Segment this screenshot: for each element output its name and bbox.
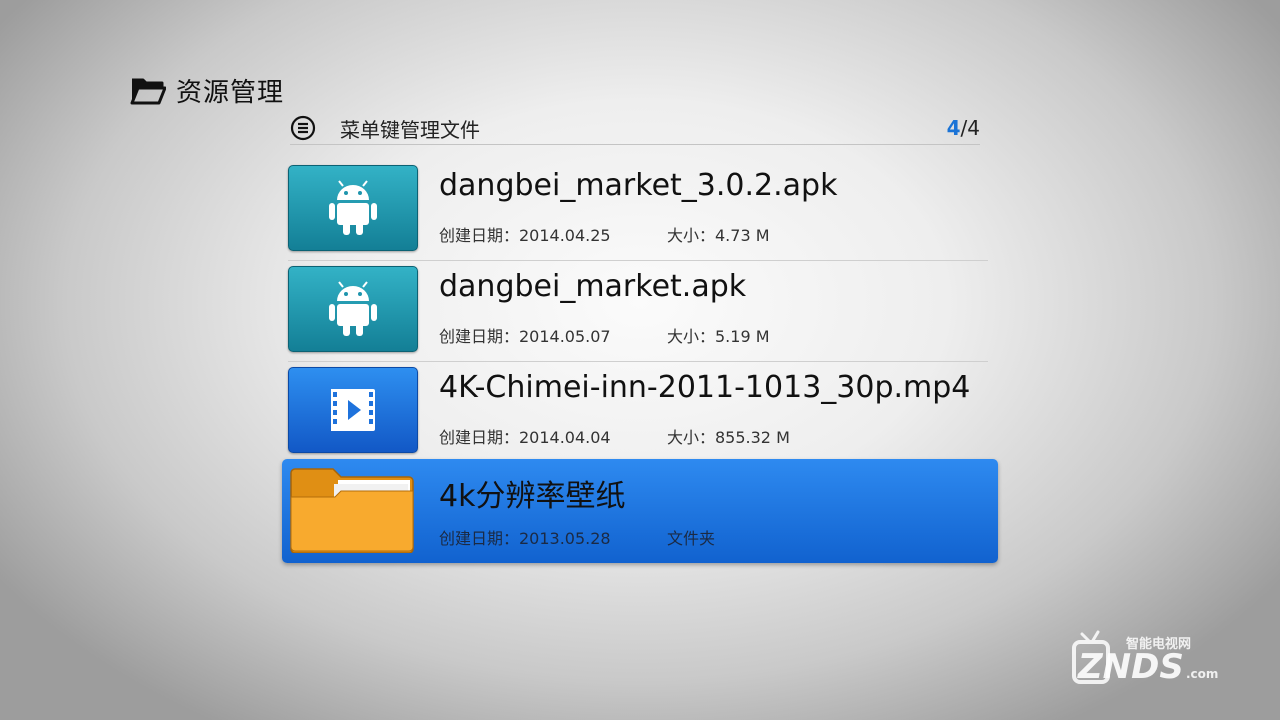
- menu-hint-text: 菜单键管理文件: [340, 117, 480, 142]
- file-date: 创建日期：2014.05.07: [439, 327, 611, 346]
- watermark-brand-text: ZNDS: [1077, 647, 1184, 687]
- video-play-icon: [331, 389, 375, 431]
- page-title: 资源管理: [176, 78, 285, 108]
- menu-circle-icon: [290, 115, 316, 141]
- page-total: /4: [960, 116, 980, 140]
- file-thumb: [288, 367, 418, 453]
- file-thumb: [288, 266, 418, 352]
- file-date: 创建日期：2014.04.25: [439, 226, 611, 245]
- file-meta: 创建日期：2014.05.07 大小：5.19 M: [439, 323, 770, 347]
- folder-icon: [290, 468, 414, 553]
- file-date: 创建日期：2014.04.04: [439, 428, 611, 447]
- watermark-suffix-text: .com: [1186, 667, 1218, 681]
- page-current: 4: [946, 116, 961, 140]
- file-type: 文件夹: [667, 529, 716, 548]
- file-name: dangbei_market_3.0.2.apk: [439, 168, 838, 203]
- file-meta: 创建日期：2014.04.04 大小：855.32 M: [439, 424, 790, 448]
- page-header: 资源管理: [130, 72, 284, 109]
- file-name: 4K-Chimei-inn-2011-1013_30p.mp4: [439, 370, 971, 405]
- android-icon: [329, 180, 377, 235]
- file-row[interactable]: 4K-Chimei-inn-2011-1013_30p.mp4 创建日期：201…: [288, 362, 988, 463]
- file-meta: 创建日期：2014.04.25 大小：4.73 M: [439, 222, 770, 246]
- znds-watermark-logo: 智能电视网 ZNDS .com: [1072, 630, 1218, 687]
- file-size: 大小：5.19 M: [667, 327, 770, 346]
- file-list: dangbei_market_3.0.2.apk 创建日期：2014.04.25…: [282, 160, 998, 563]
- hint-bar: 菜单键管理文件 4/4: [290, 112, 980, 145]
- file-name: dangbei_market.apk: [439, 269, 747, 304]
- file-date: 创建日期：2013.05.28: [439, 529, 611, 548]
- file-meta: 创建日期：2013.05.28 文件夹: [439, 525, 715, 549]
- file-row[interactable]: dangbei_market.apk 创建日期：2014.05.07 大小：5.…: [288, 261, 988, 362]
- file-name: 4k分辨率壁纸: [439, 479, 626, 514]
- file-thumb: [288, 165, 418, 251]
- file-size: 大小：855.32 M: [667, 428, 790, 447]
- file-size: 大小：4.73 M: [667, 226, 770, 245]
- android-icon: [329, 281, 377, 336]
- file-row[interactable]: dangbei_market_3.0.2.apk 创建日期：2014.04.25…: [288, 160, 988, 261]
- folder-open-icon: [130, 78, 166, 104]
- page-indicator: 4/4: [947, 116, 980, 140]
- file-thumb: [288, 468, 416, 553]
- file-row-selected[interactable]: 4k分辨率壁纸 创建日期：2013.05.28 文件夹: [282, 459, 998, 563]
